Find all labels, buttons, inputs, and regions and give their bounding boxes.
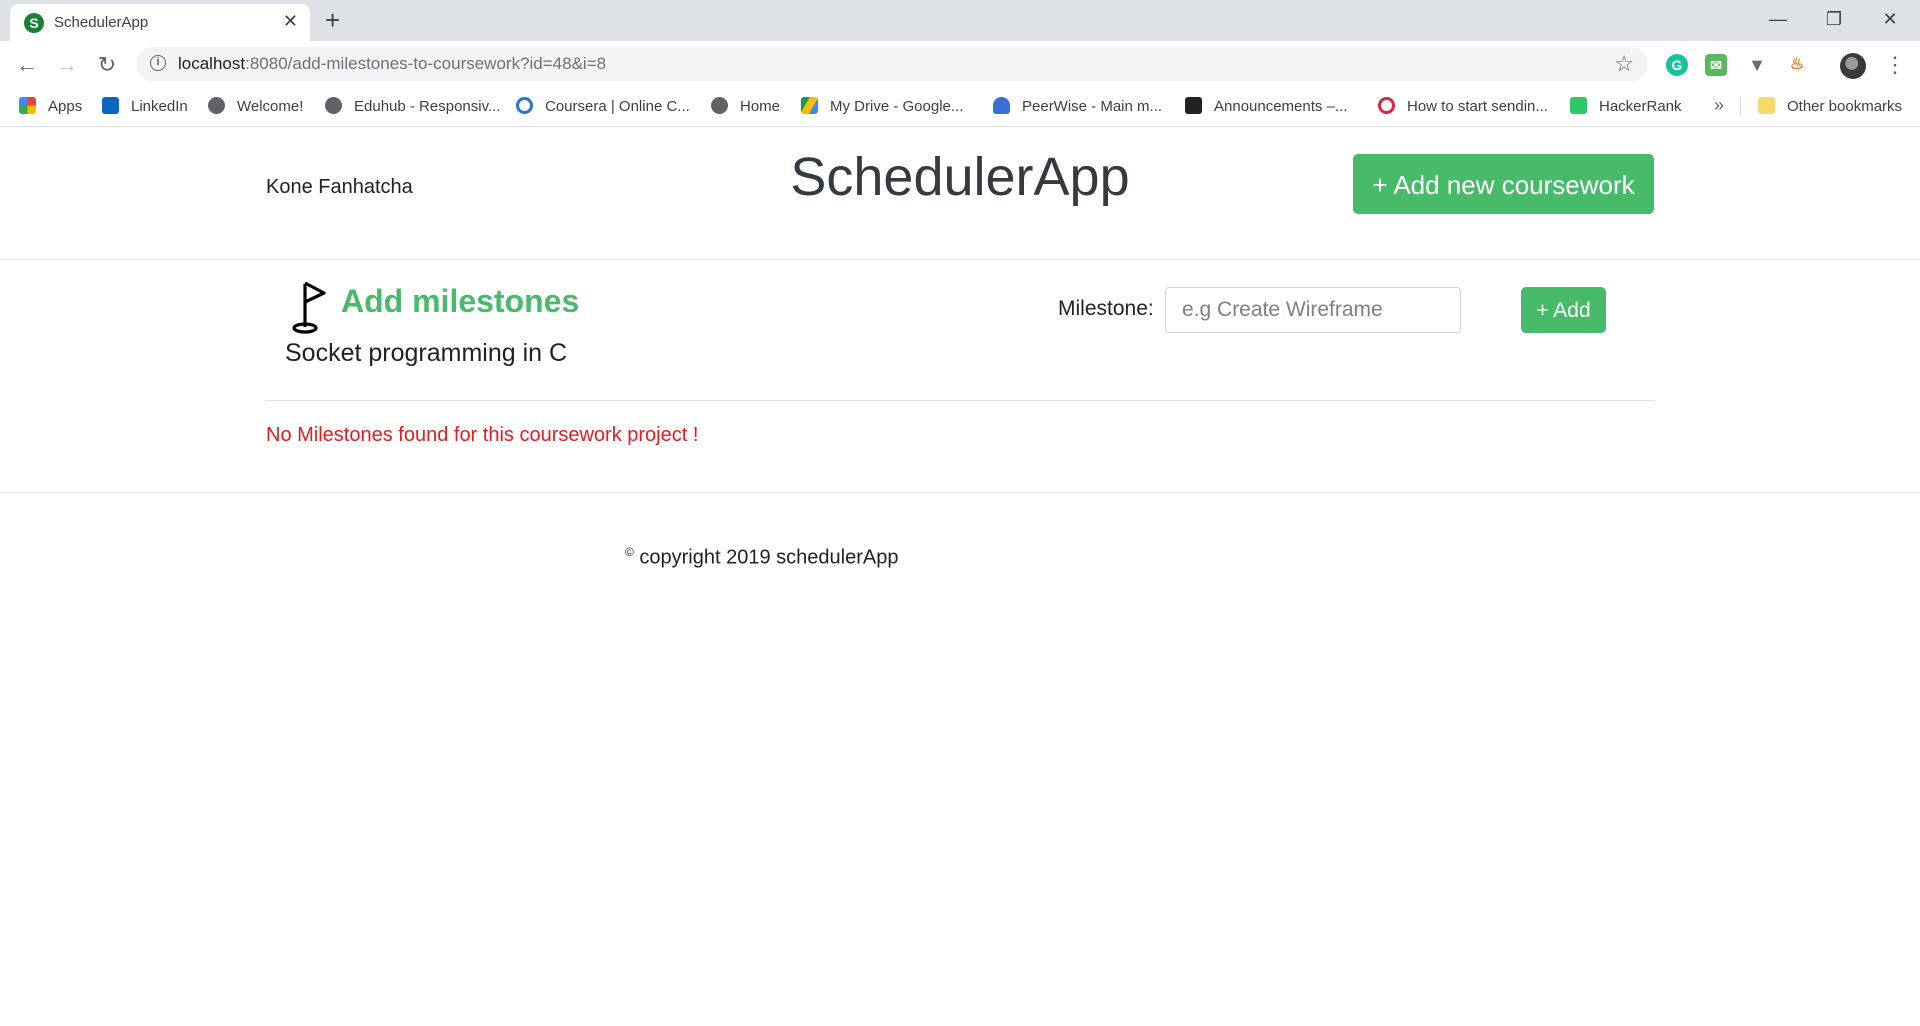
url-host: localhost — [178, 54, 246, 73]
java-extension-icon[interactable]: ♨ — [1786, 54, 1808, 76]
bookmark-label: Coursera | Online C... — [545, 98, 690, 115]
address-bar[interactable]: i localhost:8080/add-milestones-to-cours… — [136, 47, 1648, 81]
folder-icon — [1758, 97, 1775, 114]
bookmark-label: Announcements –... — [1214, 98, 1348, 115]
browser-tab-active[interactable]: S SchedulerApp ✕ — [10, 4, 310, 41]
restore-icon[interactable]: ❐ — [1806, 4, 1862, 34]
bookmark-label: Home — [740, 98, 781, 115]
bookmarks-divider — [1740, 97, 1741, 117]
bookmark-label: How to start sendin... — [1407, 98, 1548, 115]
mail-extension-icon[interactable]: ✉ — [1705, 54, 1727, 76]
bookmarks-overflow-icon[interactable]: » — [1714, 95, 1724, 116]
peerwise-icon — [993, 97, 1010, 114]
bookmark-peerwise[interactable]: PeerWise - Main m... — [993, 97, 1162, 115]
coursera-icon — [516, 97, 533, 114]
bookmark-announcements[interactable]: Announcements –... — [1185, 97, 1347, 115]
empty-state-message: No Milestones found for this coursework … — [266, 424, 699, 446]
globe-icon — [711, 97, 728, 114]
bookmark-star-icon[interactable]: ☆ — [1614, 51, 1634, 77]
add-milestone-button[interactable]: + Add — [1521, 287, 1606, 333]
vue-extension-icon[interactable]: ▼ — [1746, 54, 1768, 76]
copyright-text: copyright 2019 schedulerApp — [633, 546, 899, 569]
bookmark-label: Eduhub - Responsiv... — [354, 98, 501, 115]
header-divider — [0, 259, 1920, 260]
bookmark-home[interactable]: Home — [711, 97, 780, 115]
bookmark-coursera[interactable]: Coursera | Online C... — [516, 97, 690, 115]
bookmark-apps[interactable]: Apps — [19, 97, 82, 115]
bookmark-label: Apps — [48, 98, 83, 115]
blackboard-icon — [1185, 97, 1202, 114]
linkedin-icon — [102, 97, 119, 114]
footer-copyright: © copyright 2019 schedulerApp — [625, 545, 898, 570]
bookmark-linkedin[interactable]: LinkedIn — [102, 97, 188, 115]
milestone-label: Milestone: — [1058, 297, 1154, 320]
profile-avatar[interactable] — [1840, 53, 1866, 79]
bookmark-label: HackerRank — [1599, 98, 1682, 115]
footer-divider — [0, 492, 1920, 493]
copyright-symbol: © — [625, 545, 634, 559]
url-text[interactable]: localhost:8080/add-milestones-to-coursew… — [178, 54, 606, 74]
golf-flag-icon — [292, 281, 326, 334]
bookmark-google-drive[interactable]: My Drive - Google... — [801, 97, 963, 115]
window-close-icon[interactable]: ✕ — [1862, 4, 1918, 34]
bookmark-other-folder[interactable]: Other bookmarks — [1758, 97, 1902, 115]
apps-grid-icon — [19, 97, 36, 114]
add-new-coursework-button[interactable]: + Add new coursework — [1353, 154, 1654, 214]
grammarly-extension-icon[interactable]: G — [1666, 54, 1688, 76]
tab-close-icon[interactable]: ✕ — [283, 11, 298, 32]
globe-icon — [325, 97, 342, 114]
minimize-icon[interactable]: — — [1750, 4, 1806, 34]
new-tab-icon[interactable]: + — [325, 5, 340, 35]
bookmarks-bar: Apps LinkedIn Welcome! Eduhub - Responsi… — [0, 87, 1920, 127]
bookmark-label: Welcome! — [237, 98, 304, 115]
bookmark-eduhub[interactable]: Eduhub - Responsiv... — [325, 97, 500, 115]
section-title: Add milestones — [341, 283, 580, 319]
url-path: :8080/add-milestones-to-coursework?id=48… — [245, 54, 607, 73]
bookmark-how-to-start[interactable]: How to start sendin... — [1378, 97, 1548, 115]
coursework-name: Socket programming in C — [285, 339, 568, 367]
bookmark-label: LinkedIn — [131, 98, 188, 115]
bookmark-hackerrank[interactable]: HackerRank — [1570, 97, 1682, 115]
site-info-icon[interactable]: i — [150, 55, 166, 71]
drive-icon — [801, 97, 818, 114]
forward-arrow-icon[interactable]: → — [53, 51, 81, 79]
browser-toolbar: ← → ↻ i localhost:8080/add-milestones-to… — [0, 41, 1920, 87]
scheduler-favicon-icon: S — [24, 13, 44, 33]
reload-icon[interactable]: ↻ — [93, 51, 121, 79]
hackerrank-icon — [1570, 97, 1587, 114]
section-divider — [266, 400, 1654, 401]
target-icon — [1378, 97, 1395, 114]
browser-menu-icon[interactable]: ⋮ — [1884, 51, 1906, 79]
bookmark-welcome[interactable]: Welcome! — [208, 97, 303, 115]
tab-title: SchedulerApp — [54, 14, 149, 31]
milestone-input[interactable] — [1165, 287, 1461, 333]
bookmark-label: Other bookmarks — [1787, 98, 1903, 115]
browser-tab-strip: S SchedulerApp ✕ + — ❐ ✕ — [0, 0, 1920, 41]
back-arrow-icon[interactable]: ← — [13, 51, 41, 79]
bookmark-label: PeerWise - Main m... — [1022, 98, 1163, 115]
globe-icon — [208, 97, 225, 114]
bookmark-label: My Drive - Google... — [830, 98, 964, 115]
